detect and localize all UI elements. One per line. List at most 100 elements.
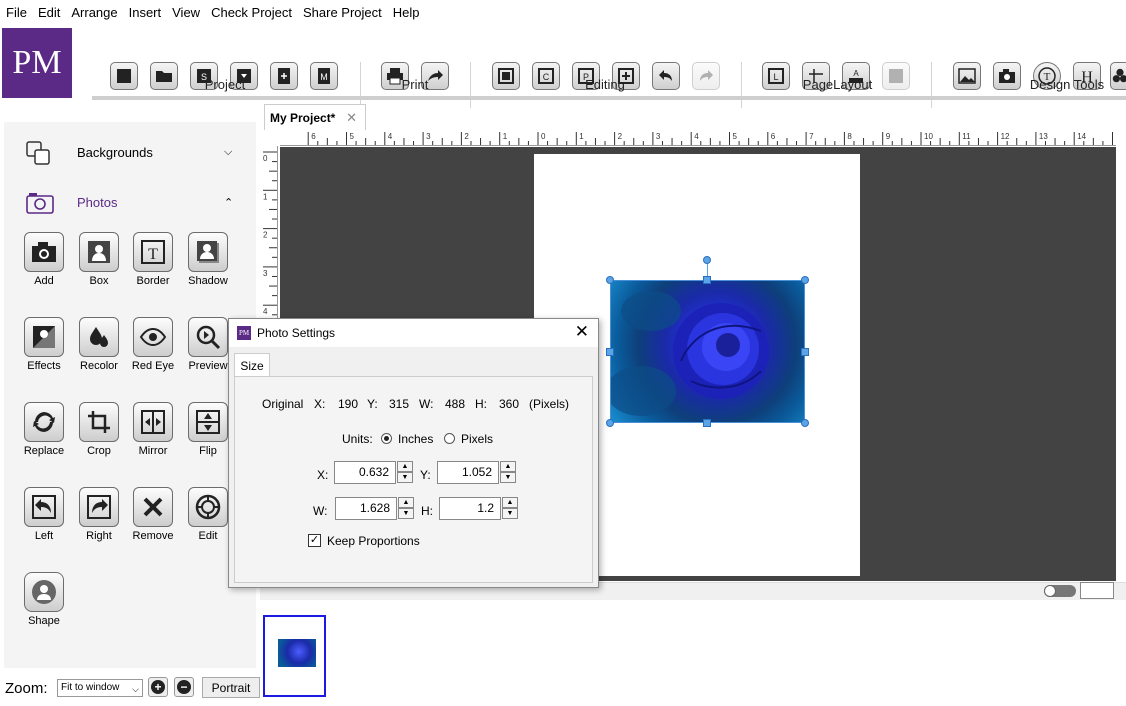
x-spinner[interactable]: ▲ ▼ [397, 461, 413, 484]
zoom-out-button[interactable]: − [174, 677, 194, 697]
selected-photo[interactable] [610, 280, 805, 423]
keep-proportions-checkbox[interactable]: ✓ [308, 534, 321, 547]
rose-image [611, 291, 769, 416]
group-label-print: Print [401, 77, 429, 92]
background-button[interactable] [882, 62, 910, 90]
spin-down-icon[interactable]: ▼ [502, 508, 518, 519]
resize-handle-top[interactable] [703, 276, 711, 284]
layout-button[interactable]: L [762, 62, 790, 90]
horizontal-ruler-ticks: 6543210123456789101112131415 [307, 132, 1116, 145]
photo-replace-button[interactable]: Replace [16, 402, 72, 457]
backgrounds-section-header[interactable]: Backgrounds ⌵ [4, 128, 256, 176]
image-tool-button[interactable] [953, 62, 981, 90]
redo-button[interactable] [692, 62, 720, 90]
spin-up-icon[interactable]: ▲ [500, 461, 516, 472]
photo-recolor-button[interactable]: Recolor [71, 317, 127, 372]
menu-edit[interactable]: Edit [38, 5, 60, 20]
open-project-button[interactable] [150, 62, 178, 90]
photo-rotate-right-button[interactable]: Right [71, 487, 127, 542]
y-field[interactable]: 1.052 [437, 461, 499, 484]
dialog-close-button[interactable]: ✕ [575, 322, 589, 342]
spin-up-icon[interactable]: ▲ [502, 497, 518, 508]
menu-file[interactable]: File [6, 5, 27, 20]
dialog-titlebar[interactable]: PM Photo Settings ✕ [229, 319, 598, 347]
new-page-icon [278, 68, 290, 84]
fan-tool-button[interactable] [1110, 62, 1126, 90]
photo-shape-button[interactable]: Shape [16, 572, 72, 627]
spin-up-icon[interactable]: ▲ [397, 461, 413, 472]
spin-down-icon[interactable]: ▼ [398, 508, 414, 519]
spin-down-icon[interactable]: ▼ [500, 472, 516, 483]
zoom-slider-knob[interactable] [1044, 585, 1056, 597]
mirror-icon [141, 410, 165, 434]
photo-shadow-button[interactable]: Shadow [180, 232, 236, 287]
resize-handle-bottom-left[interactable] [606, 419, 614, 427]
resize-handle-top-right[interactable] [801, 276, 809, 284]
menu-share-project[interactable]: Share Project [303, 5, 382, 20]
menu-check-project[interactable]: Check Project [211, 5, 292, 20]
spin-down-icon[interactable]: ▼ [397, 472, 413, 483]
rotate-right-icon [87, 495, 111, 519]
edit-wheel-icon [195, 494, 221, 520]
resize-handle-left[interactable] [606, 348, 614, 356]
fan-icon [1112, 68, 1126, 83]
toolbar-divider [741, 62, 742, 108]
photo-add-button[interactable]: Add [16, 232, 72, 287]
unit-pixels-radio[interactable] [444, 433, 455, 444]
ruler-corner [262, 130, 280, 146]
x-field[interactable]: 0.632 [334, 461, 396, 484]
photo-border-button[interactable]: T Border [125, 232, 181, 287]
h-spinner[interactable]: ▲ ▼ [502, 497, 518, 520]
shape-person-icon [32, 580, 56, 604]
resize-handle-top-left[interactable] [606, 276, 614, 284]
menu-arrange[interactable]: Arrange [71, 5, 117, 20]
photo-remove-button[interactable]: Remove [125, 487, 181, 542]
background-icon [889, 69, 903, 83]
h-field[interactable]: 1.2 [439, 497, 501, 520]
page-thumbnail[interactable] [263, 615, 326, 697]
new-project-button[interactable] [110, 62, 138, 90]
keep-proportions-label: Keep Proportions [327, 534, 420, 548]
new-page-button[interactable] [270, 62, 298, 90]
photo-crop-button[interactable]: Crop [71, 402, 127, 457]
zoom-select[interactable]: Fit to window ⌵ [57, 679, 143, 697]
zoom-value-box[interactable] [1080, 582, 1114, 599]
undo-icon [659, 70, 672, 81]
camera-tool-button[interactable] [993, 62, 1021, 90]
ruler-label: 10 [924, 132, 933, 141]
photo-box-button[interactable]: Box [71, 232, 127, 287]
manage-button[interactable]: M [310, 62, 338, 90]
photo-rotate-left-button[interactable]: Left [16, 487, 72, 542]
tab-size[interactable]: Size [234, 353, 270, 377]
unit-inches-radio[interactable] [381, 433, 392, 444]
remove-x-icon [143, 497, 163, 517]
photo-effects-button[interactable]: Effects [16, 317, 72, 372]
resize-handle-right[interactable] [801, 348, 809, 356]
menu-help[interactable]: Help [393, 5, 420, 20]
edit-frame-button[interactable] [492, 62, 520, 90]
person-box-icon [88, 241, 110, 263]
rotate-handle[interactable] [703, 256, 711, 264]
horizontal-ruler: 6543210123456789101112131415 [280, 130, 1116, 146]
toolbar-divider [931, 62, 932, 108]
flip-icon [196, 410, 220, 434]
orientation-button[interactable]: Portrait [202, 677, 260, 698]
tab-close-icon[interactable]: ✕ [346, 110, 357, 126]
zoom-in-button[interactable]: + [148, 677, 168, 697]
copy-button[interactable]: C [532, 62, 560, 90]
resize-handle-bottom[interactable] [703, 419, 711, 427]
w-field[interactable]: 1.628 [335, 497, 397, 520]
menu-insert[interactable]: Insert [129, 5, 162, 20]
tab-my-project[interactable]: My Project* ✕ [264, 104, 366, 130]
photo-red-eye-button[interactable]: Red Eye [125, 317, 181, 372]
photos-section-header[interactable]: Photos ⌃ [4, 178, 256, 226]
y-spinner[interactable]: ▲ ▼ [500, 461, 516, 484]
unit-inches-label: Inches [398, 432, 434, 446]
spin-up-icon[interactable]: ▲ [398, 497, 414, 508]
photo-mirror-button[interactable]: Mirror [125, 402, 181, 457]
resize-handle-bottom-right[interactable] [801, 419, 809, 427]
undo-button[interactable] [652, 62, 680, 90]
menu-view[interactable]: View [172, 5, 200, 20]
new-project-icon [117, 69, 131, 83]
w-spinner[interactable]: ▲ ▼ [398, 497, 414, 520]
